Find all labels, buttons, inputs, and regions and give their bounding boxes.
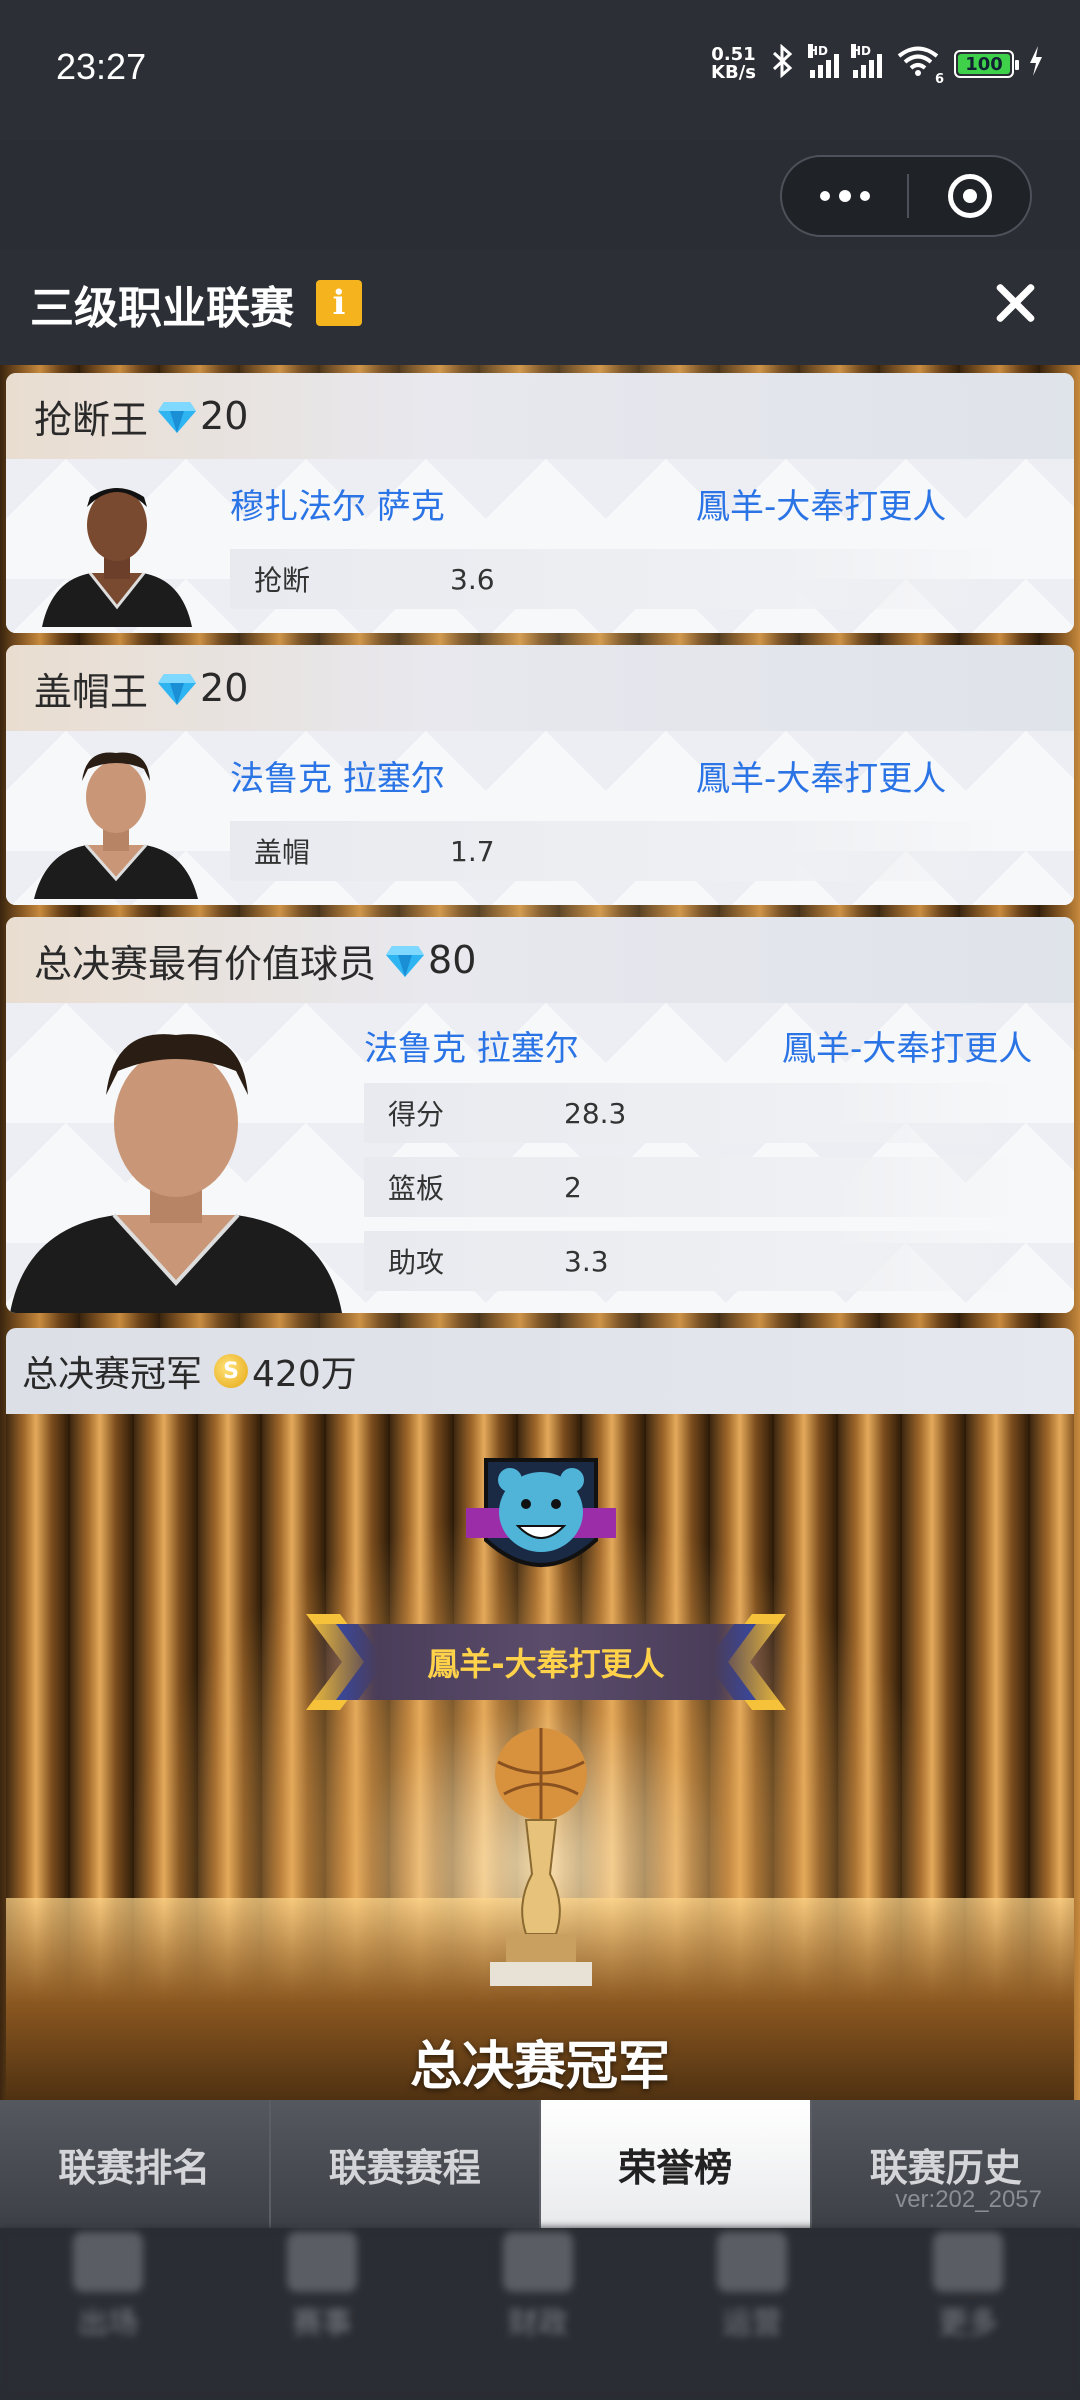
champion-team-banner: 鳳羊-大奉打更人	[306, 1624, 786, 1700]
info-icon[interactable]: i	[316, 280, 362, 326]
award-title: 盖帽王	[34, 669, 149, 714]
status-bar: 23:27 0.51 KB/s HD HD 6 100	[0, 0, 1080, 140]
exit-mini-program-button[interactable]	[909, 157, 1030, 235]
award-reward: 20	[200, 666, 249, 710]
award-card-finals-mvp: 总决赛最有价值球员 80 法鲁克 拉塞尔 鳳羊-大奉打更人 得分 28.3 篮板…	[6, 917, 1074, 1313]
nav-item: 赛事	[272, 2228, 372, 2342]
page-title: 三级职业联赛	[30, 283, 294, 334]
player-avatar[interactable]	[26, 739, 206, 899]
status-icons: 0.51 KB/s HD HD 6 100	[711, 43, 1044, 87]
award-title: 总决赛最有价值球员	[34, 941, 377, 986]
nav-item: 运营	[702, 2228, 802, 2342]
award-card-blocks: 盖帽王 20 法鲁克 拉塞尔 鳳羊-大奉打更人 盖帽 1.7	[6, 645, 1074, 905]
award-reward: 420万	[252, 1354, 357, 1395]
award-title: 总决赛冠军	[22, 1354, 203, 1395]
award-header: 总决赛最有价值球员 80	[6, 917, 1074, 1003]
award-card-steals: 抢断王 20 穆扎法尔 萨克 鳳羊-大奉打更人 抢断 3.6	[6, 373, 1074, 633]
player-avatar[interactable]	[32, 467, 202, 627]
award-card-champion: 总决赛冠军 420万 鳳羊-大奉打更人	[6, 1328, 1074, 2108]
dot-icon	[819, 191, 830, 201]
close-button[interactable]	[990, 278, 1040, 328]
cell-signal-icon: HD	[808, 44, 839, 78]
cell-signal-2-icon: HD	[851, 44, 882, 78]
award-body: 穆扎法尔 萨克 鳳羊-大奉打更人 抢断 3.6	[6, 459, 1074, 633]
team-name[interactable]: 鳳羊-大奉打更人	[696, 751, 946, 800]
champion-caption: 总决赛冠军	[409, 2037, 670, 2097]
team-logo[interactable]	[466, 1450, 616, 1590]
more-icon	[933, 2232, 1003, 2292]
mini-program-capsule	[780, 155, 1032, 237]
player-name[interactable]: 法鲁克 拉塞尔	[364, 1021, 579, 1070]
diamond-icon	[386, 943, 425, 977]
nav-item: 财政	[488, 2228, 588, 2342]
status-time: 23:27	[56, 46, 147, 87]
operations-icon	[717, 2232, 787, 2292]
award-reward: 80	[428, 938, 477, 982]
finance-icon	[503, 2232, 573, 2292]
trophy-icon	[476, 1724, 606, 1994]
version-label: ver:202_2057	[895, 2186, 1042, 2213]
trophy-icon	[287, 2232, 357, 2292]
bottom-nav-blurred: 出场 赛事 财政 运营 更多	[0, 2228, 1080, 2400]
stat-row: 盖帽 1.7	[230, 821, 1010, 881]
nav-item: 更多	[918, 2228, 1018, 2342]
team-name[interactable]: 鳳羊-大奉打更人	[696, 479, 946, 528]
stat-row: 助攻 3.3	[364, 1231, 1024, 1291]
target-icon	[947, 174, 992, 218]
wifi-icon: 6	[896, 45, 944, 87]
stat-row: 得分 28.3	[364, 1083, 1024, 1143]
champion-team-name[interactable]: 鳳羊-大奉打更人	[427, 1639, 664, 1685]
page-header: 三级职业联赛	[0, 250, 1080, 365]
champion-showcase: 鳳羊-大奉打更人 总决赛冠军	[6, 1414, 1074, 2108]
tab-honor-board[interactable]: 荣誉榜	[541, 2100, 812, 2228]
player-name[interactable]: 法鲁克 拉塞尔	[230, 751, 445, 800]
award-title: 抢断王	[34, 397, 149, 442]
nav-item: 出场	[58, 2228, 158, 2342]
award-header: 抢断王 20	[6, 373, 1074, 459]
tab-league-schedule[interactable]: 联赛赛程	[270, 2100, 541, 2228]
award-body: 法鲁克 拉塞尔 鳳羊-大奉打更人 盖帽 1.7	[6, 731, 1074, 905]
player-name[interactable]: 穆扎法尔 萨克	[230, 479, 445, 528]
tab-league-ranking[interactable]: 联赛排名	[0, 2100, 271, 2228]
coin-icon	[214, 1354, 249, 1388]
player-avatar[interactable]	[6, 1013, 346, 1313]
award-header: 盖帽王 20	[6, 645, 1074, 731]
battery-icon: 100	[954, 50, 1019, 78]
stat-row: 篮板 2	[364, 1157, 1024, 1217]
award-header: 总决赛冠军 420万	[6, 1328, 1074, 1414]
diamond-icon	[158, 671, 197, 705]
stat-row: 抢断 3.6	[230, 549, 1010, 609]
charging-icon	[1028, 46, 1044, 82]
award-reward: 20	[200, 394, 249, 438]
team-name[interactable]: 鳳羊-大奉打更人	[782, 1021, 1032, 1070]
dot-icon	[859, 191, 870, 201]
bluetooth-icon	[770, 43, 796, 84]
dot-icon	[838, 190, 851, 202]
diamond-icon	[158, 399, 197, 433]
lineup-icon	[73, 2232, 143, 2292]
award-body: 法鲁克 拉塞尔 鳳羊-大奉打更人 得分 28.3 篮板 2 助攻 3.3	[6, 1003, 1074, 1313]
network-speed: 0.51 KB/s	[711, 44, 756, 83]
more-options-button[interactable]	[782, 157, 907, 235]
